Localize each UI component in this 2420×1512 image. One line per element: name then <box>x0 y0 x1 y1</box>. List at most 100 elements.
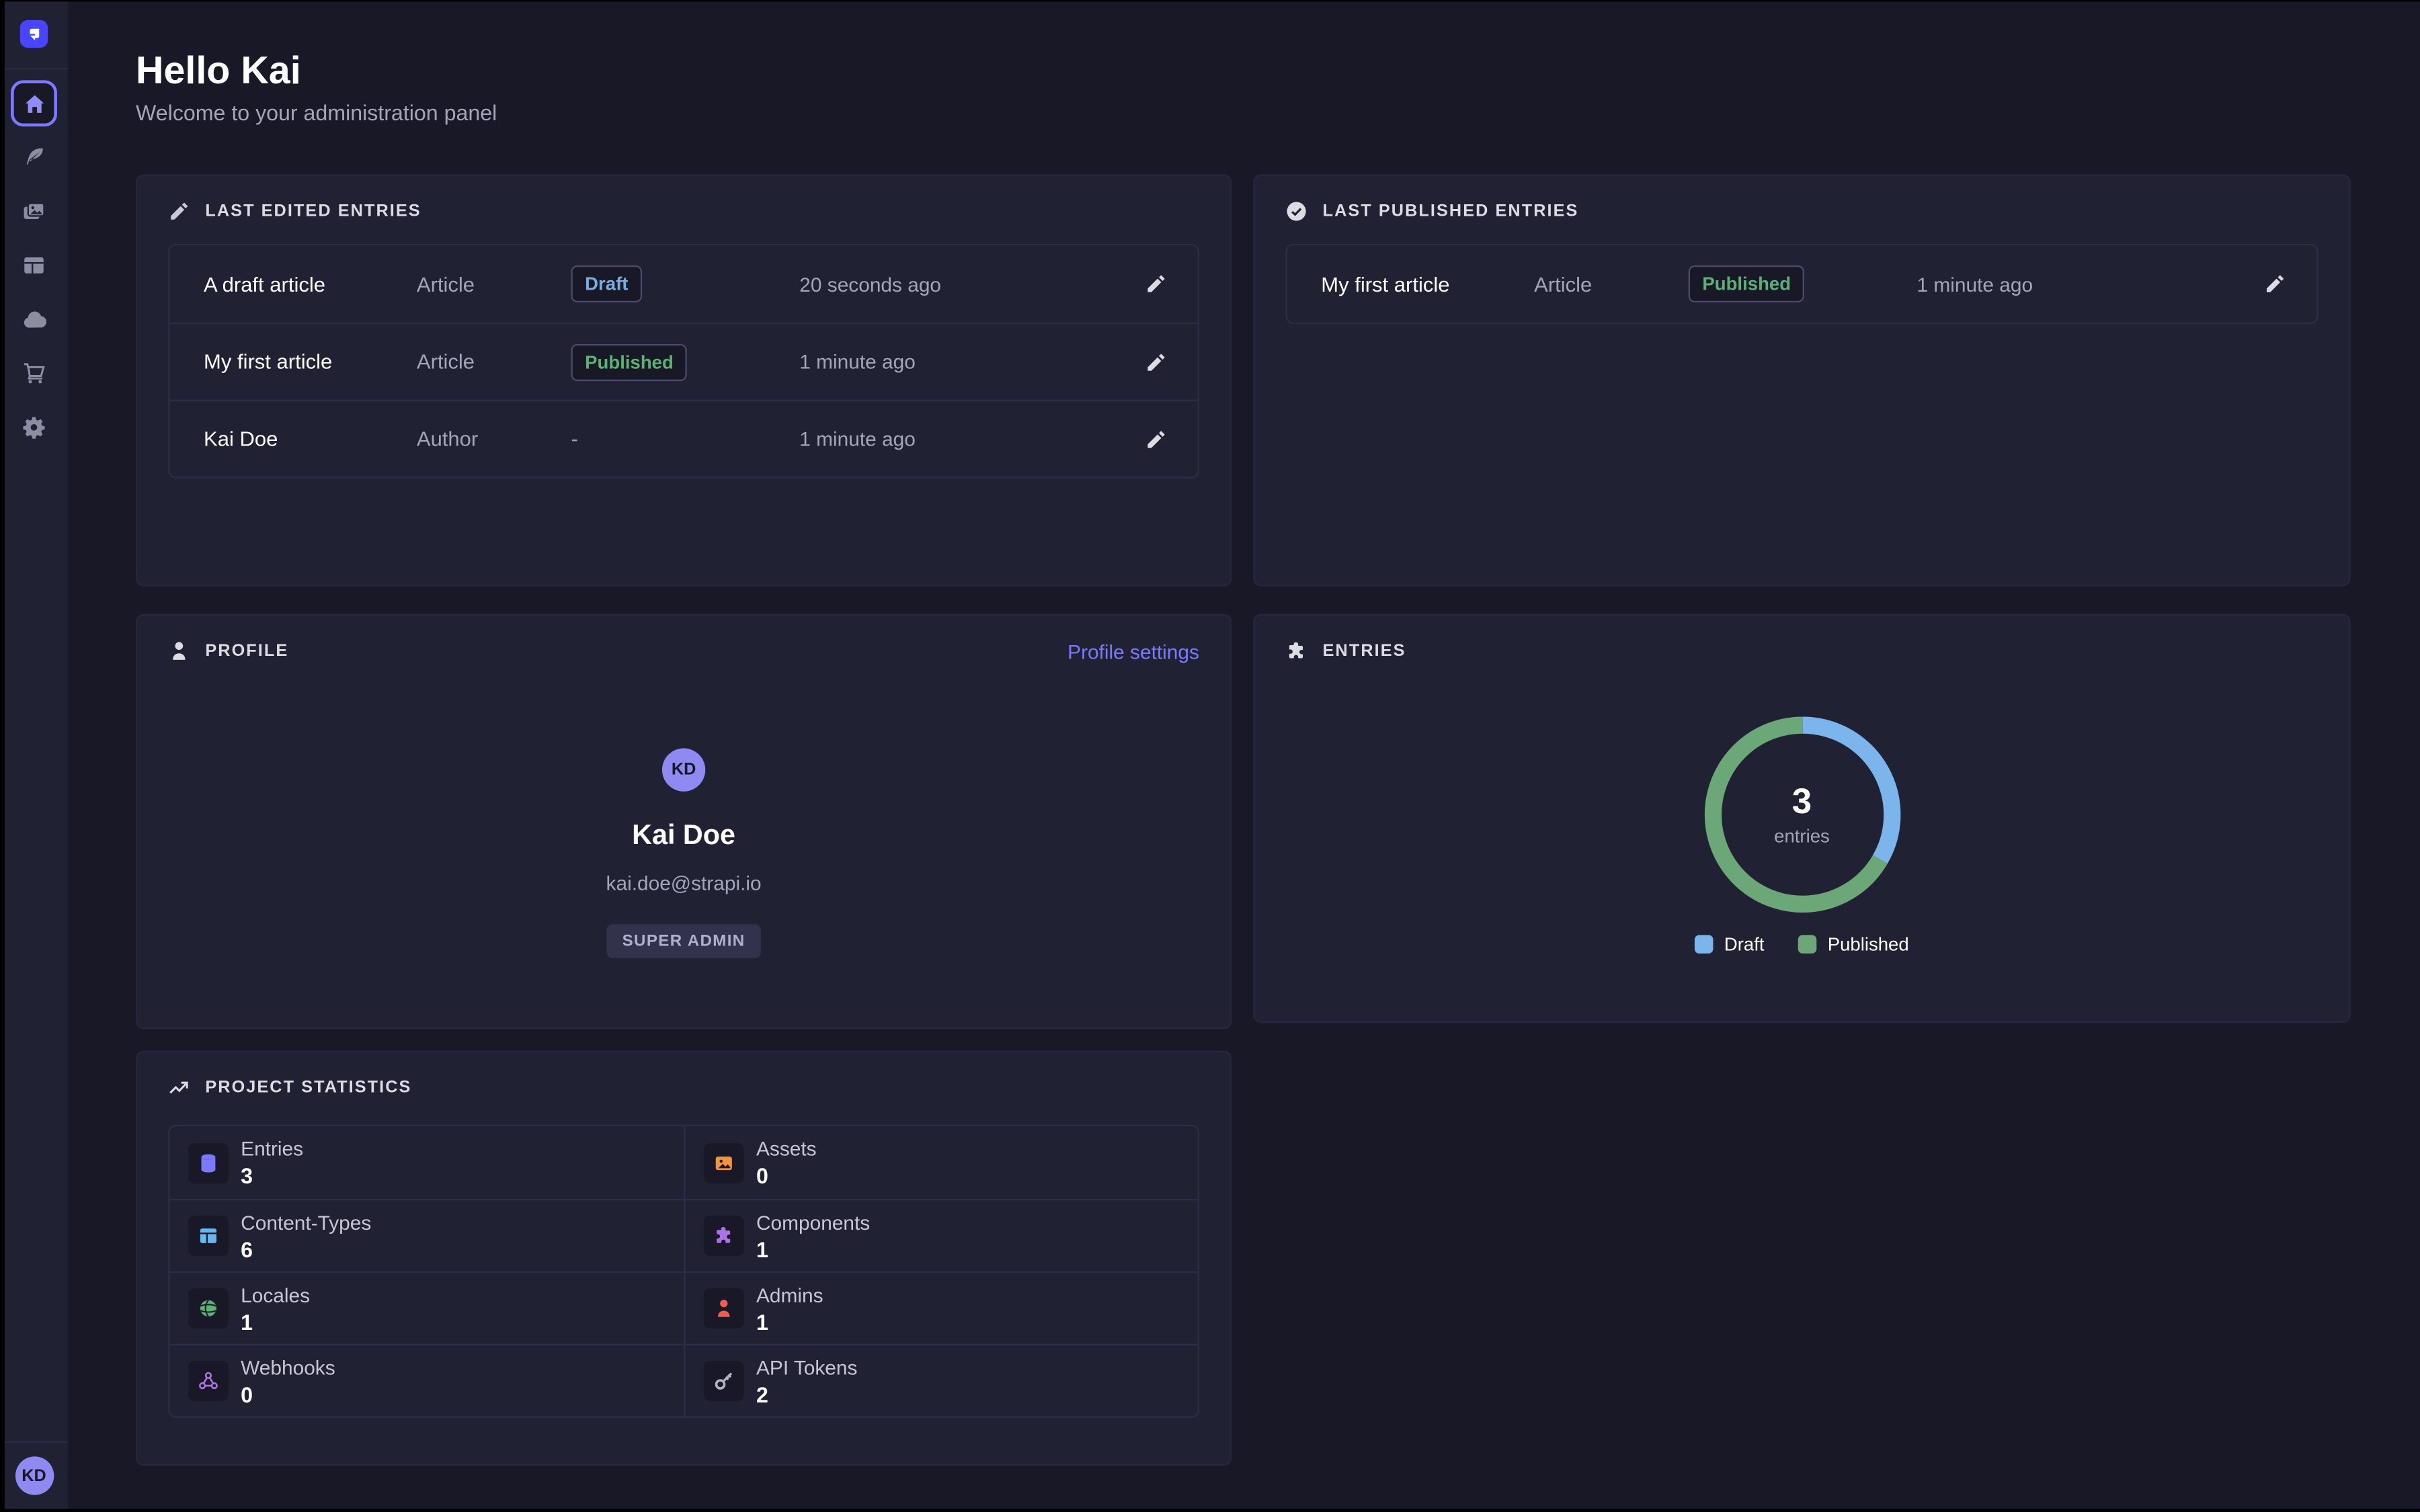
media-library-icon <box>22 199 46 224</box>
legend-label: Published <box>1828 933 1909 955</box>
stat-value: 0 <box>241 1382 335 1406</box>
table-row[interactable]: A draft article Article Draft 20 seconds… <box>170 245 1198 323</box>
entry-type: Article <box>1534 272 1689 295</box>
puzzle-icon <box>1286 640 1307 662</box>
stat-entries: Entries 3 <box>170 1126 684 1199</box>
entry-type: Author <box>417 427 571 450</box>
sidebar-item-marketplace[interactable] <box>11 350 57 396</box>
table-row[interactable]: My first article Article Published 1 min… <box>170 323 1198 400</box>
user-icon <box>704 1288 744 1329</box>
stat-value: 6 <box>241 1236 371 1261</box>
sidebar-item-home[interactable] <box>11 80 57 126</box>
entries-card: ENTRIES 3 entries Draft <box>1253 614 2350 1023</box>
edit-entry-button[interactable] <box>1145 273 1167 294</box>
edit-entry-button[interactable] <box>2264 273 2286 294</box>
stat-label: Content-Types <box>241 1210 371 1233</box>
sidebar-divider <box>0 68 68 69</box>
stat-label: Entries <box>241 1137 303 1160</box>
page-title: Hello Kai <box>136 49 301 94</box>
stat-content-types: Content-Types 6 <box>170 1199 684 1271</box>
stat-label: Admins <box>756 1283 823 1306</box>
stat-value: 2 <box>756 1382 857 1406</box>
status-empty: - <box>571 427 577 450</box>
window-edge <box>0 0 2420 1</box>
entry-name: A draft article <box>204 272 417 295</box>
card-title: PROFILE <box>205 642 288 661</box>
cart-icon <box>22 361 46 386</box>
stat-value: 1 <box>241 1309 310 1334</box>
sidebar-item-cloud[interactable] <box>11 296 57 343</box>
card-title: LAST EDITED ENTRIES <box>205 202 421 221</box>
window-edge <box>0 0 5 1512</box>
card-header: ENTRIES <box>1286 637 2318 665</box>
strapi-admin-dashboard: KD Hello Kai Welcome to your administrat… <box>0 0 2420 1512</box>
layout-icon <box>22 253 46 278</box>
home-icon <box>22 92 45 115</box>
sidebar-item-content-type-builder[interactable] <box>11 242 57 288</box>
status-badge: Draft <box>571 265 642 302</box>
page-subtitle: Welcome to your administration panel <box>136 100 497 125</box>
table-row[interactable]: Kai Doe Author - 1 minute ago <box>170 400 1198 477</box>
sidebar-nav <box>11 80 57 458</box>
legend-swatch-published <box>1798 935 1817 954</box>
profile-settings-link[interactable]: Profile settings <box>1067 640 1199 663</box>
entry-status: Published <box>1689 265 1917 302</box>
card-header: PROJECT STATISTICS <box>168 1074 1199 1101</box>
entry-status: Draft <box>571 265 799 302</box>
pencil-icon <box>2264 273 2286 294</box>
stat-label: API Tokens <box>756 1355 857 1378</box>
cloud-icon <box>21 306 47 333</box>
entry-type: Article <box>417 350 571 373</box>
strapi-logo-glyph <box>25 25 44 44</box>
pencil-icon <box>1145 428 1167 450</box>
check-circle-icon <box>1286 200 1307 222</box>
profile-email: kai.doe@strapi.io <box>606 872 762 894</box>
sidebar-user-avatar[interactable]: KD <box>15 1456 53 1495</box>
key-icon <box>704 1361 744 1401</box>
user-icon <box>168 640 190 662</box>
entry-time: 20 seconds ago <box>799 272 1145 295</box>
profile-name: Kai Doe <box>632 819 735 851</box>
entry-time: 1 minute ago <box>1917 272 2265 295</box>
entry-time: 1 minute ago <box>799 427 1145 450</box>
sidebar-item-media-library[interactable] <box>11 188 57 235</box>
strapi-logo[interactable] <box>20 20 48 48</box>
status-badge: Published <box>571 343 687 380</box>
database-icon <box>188 1142 229 1183</box>
stat-admins: Admins 1 <box>684 1271 1198 1344</box>
main-content: Hello Kai Welcome to your administration… <box>68 0 2420 1512</box>
edit-entry-button[interactable] <box>1145 351 1167 372</box>
sidebar-item-settings[interactable] <box>11 405 57 451</box>
stat-value: 1 <box>756 1309 823 1334</box>
entry-name: My first article <box>204 350 417 373</box>
profile-avatar: KD <box>662 749 705 792</box>
sidebar-item-content-manager[interactable] <box>11 134 57 181</box>
stat-label: Components <box>756 1210 870 1233</box>
pencil-icon <box>1145 273 1167 294</box>
last-published-table: My first article Article Published 1 min… <box>1286 244 2318 324</box>
entry-status: - <box>571 425 799 453</box>
project-statistics-card: PROJECT STATISTICS Entries 3 <box>136 1051 1232 1466</box>
webhook-icon <box>188 1361 229 1401</box>
card-header: PROFILE Profile settings <box>168 637 1199 665</box>
stat-label: Webhooks <box>241 1355 335 1378</box>
edit-entry-button[interactable] <box>1145 428 1167 450</box>
gear-icon <box>22 415 46 440</box>
stat-assets: Assets 0 <box>684 1126 1198 1199</box>
donut-center-label: 3 entries <box>1255 781 2349 847</box>
legend-item-published: Published <box>1798 933 1909 955</box>
stat-label: Locales <box>241 1283 310 1306</box>
stat-value: 1 <box>756 1236 870 1261</box>
entry-type: Article <box>417 272 571 295</box>
card-header: LAST EDITED ENTRIES <box>168 198 1199 225</box>
stat-components: Components 1 <box>684 1199 1198 1271</box>
image-icon <box>704 1142 744 1183</box>
window-edge <box>0 1509 2420 1512</box>
table-row[interactable]: My first article Article Published 1 min… <box>1287 245 2316 323</box>
legend-swatch-draft <box>1695 935 1713 954</box>
stat-value: 0 <box>756 1163 817 1188</box>
last-published-entries-card: LAST PUBLISHED ENTRIES My first article … <box>1253 174 2350 586</box>
sidebar-bottom: KD <box>0 1441 68 1512</box>
stat-webhooks: Webhooks 0 <box>170 1344 684 1417</box>
entry-name: Kai Doe <box>204 427 417 450</box>
